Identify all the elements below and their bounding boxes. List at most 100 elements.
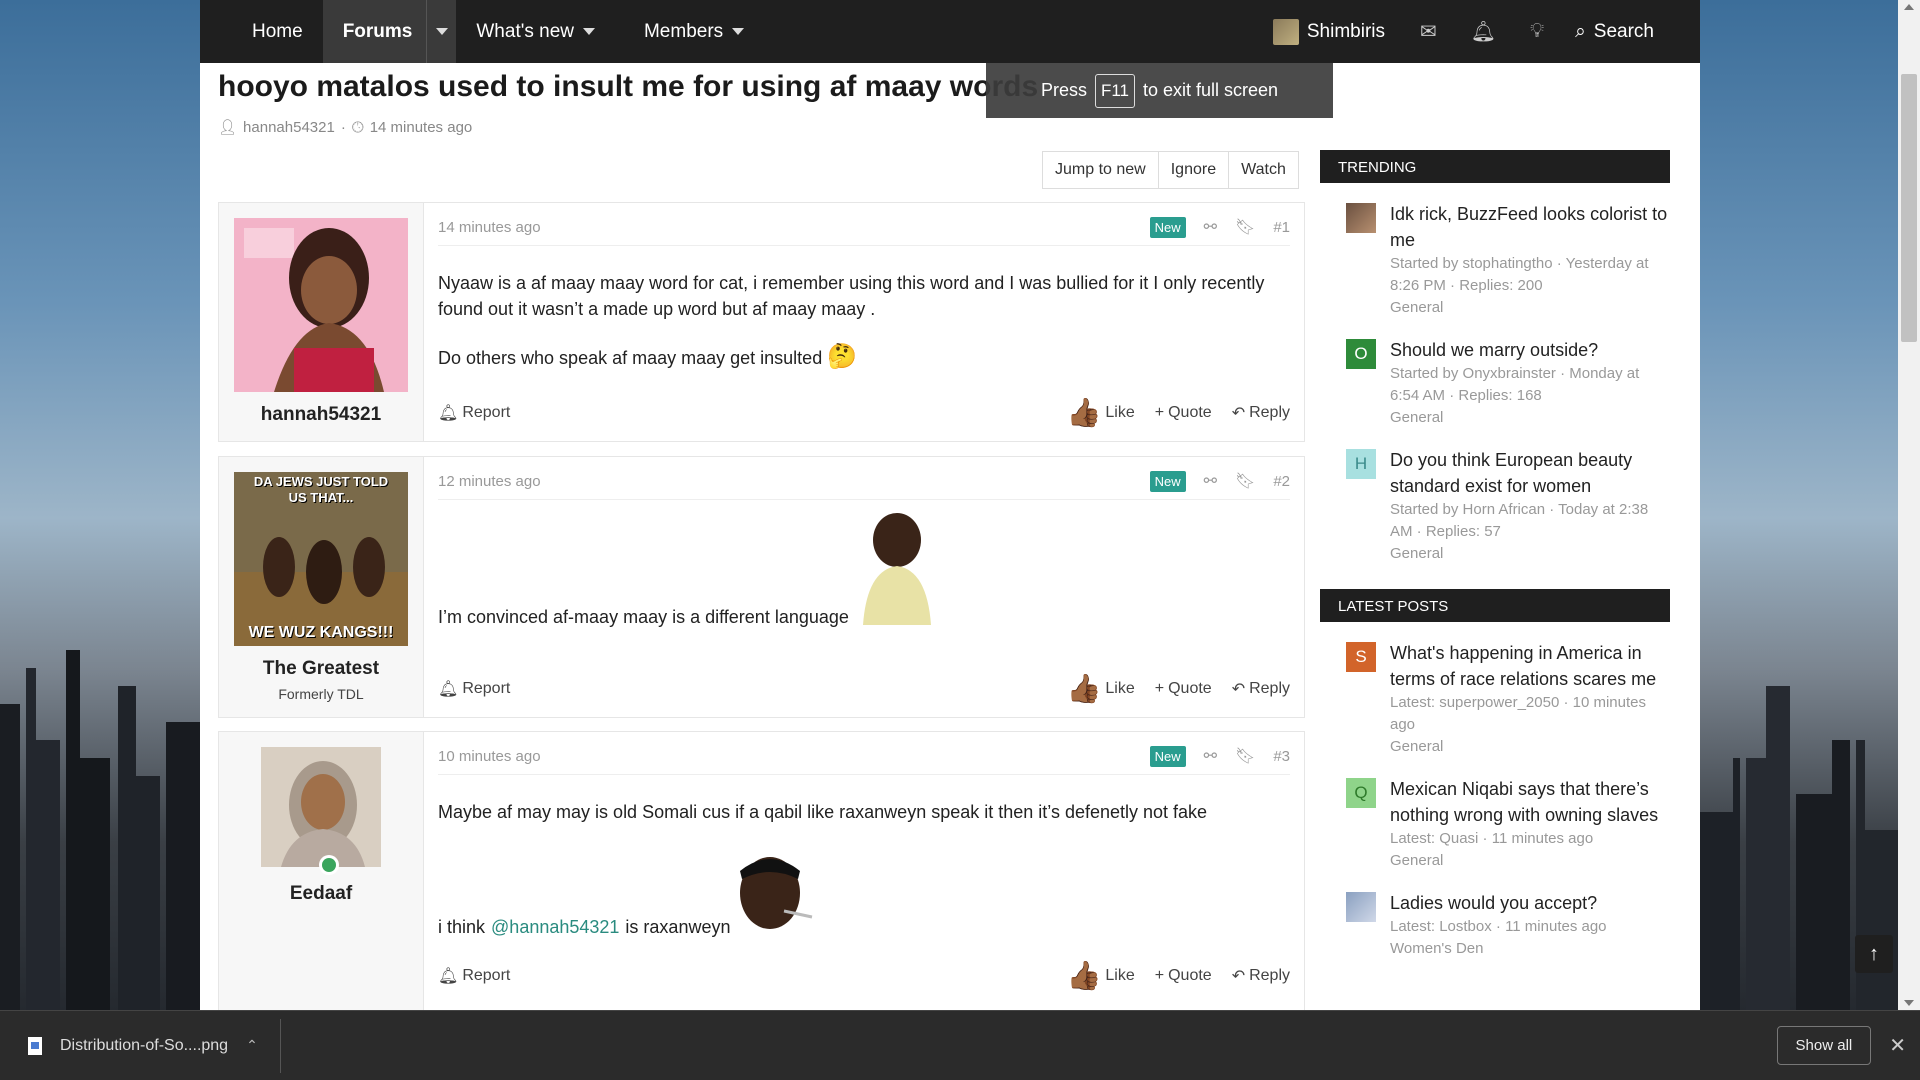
latest-forum[interactable]: General	[1390, 736, 1670, 758]
like-button[interactable]: 👍🏾 Like	[1067, 962, 1135, 990]
avatar[interactable]	[234, 218, 408, 392]
post-number[interactable]: #2	[1273, 473, 1290, 490]
avatar-letter: S	[1355, 647, 1367, 666]
post-number[interactable]: #3	[1273, 748, 1290, 765]
latest-meta: Latest: Lostbox · 11 minutes ago	[1390, 918, 1607, 935]
quote-button[interactable]: + Quote	[1155, 404, 1212, 422]
post-text: i think	[438, 917, 486, 937]
jump-to-new-button[interactable]: Jump to new	[1043, 152, 1158, 188]
scroll-up-icon[interactable]	[1904, 4, 1914, 10]
nav-search[interactable]: ⌕ Search	[1561, 0, 1700, 63]
bell-icon[interactable]: 🔔︎	[1454, 0, 1513, 63]
avatar[interactable]: DA JEWS JUST TOLD US THAT... WE WUZ KANG…	[234, 472, 408, 646]
latest-title[interactable]: Mexican Niqabi says that there’s nothing…	[1390, 776, 1670, 828]
thread-action-group: Jump to new Ignore Watch	[1042, 151, 1299, 189]
thread-meta: 👤︎ hannah54321 · 🕓︎ 14 minutes ago	[218, 118, 473, 137]
trending-forum[interactable]: General	[1390, 543, 1670, 565]
trending-forum[interactable]: General	[1390, 407, 1670, 429]
share-icon[interactable]: ⚯	[1204, 217, 1217, 237]
forums-dropdown-toggle[interactable]	[426, 0, 456, 63]
bookmark-icon[interactable]: 🔖︎	[1235, 217, 1255, 237]
latest-item[interactable]: S What's happening in America in terms o…	[1320, 640, 1670, 758]
thumbs-up-icon: 👍🏾	[1066, 673, 1102, 704]
nav-home[interactable]: Home	[232, 0, 323, 63]
plus-icon: +	[1154, 967, 1165, 984]
online-status-icon	[319, 855, 339, 875]
download-item[interactable]: Distribution-of-So....png ⌃	[0, 1018, 281, 1073]
nav-home-label: Home	[252, 20, 303, 42]
trending-item[interactable]: H Do you think European beauty standard …	[1320, 447, 1670, 565]
download-bar: Distribution-of-So....png ⌃ Show all ✕	[0, 1010, 1920, 1080]
post-text: Maybe af may may is old Somali cus if a …	[438, 802, 1208, 822]
latest-forum[interactable]: General	[1390, 850, 1670, 872]
whats-new-dropdown-toggle[interactable]	[574, 0, 604, 63]
scroll-to-top-button[interactable]: ↑	[1855, 935, 1893, 973]
post-number[interactable]: #1	[1273, 219, 1290, 236]
share-icon[interactable]: ⚯	[1204, 746, 1217, 766]
thread-author[interactable]: hannah54321	[243, 119, 335, 136]
bell-icon: 🔔︎	[438, 968, 459, 985]
reply-button[interactable]: ↶ Reply	[1232, 403, 1290, 423]
post-time[interactable]: 12 minutes ago	[438, 473, 1150, 490]
latest-forum[interactable]: Women's Den	[1390, 938, 1607, 960]
close-icon[interactable]: ✕	[1889, 1033, 1906, 1058]
user-mention-link[interactable]: @hannah54321	[491, 914, 619, 940]
quote-button[interactable]: + Quote	[1155, 680, 1212, 698]
scrollbar-thumb[interactable]	[1901, 74, 1917, 342]
post-username[interactable]: Eedaaf	[290, 883, 352, 905]
latest-item-text: Mexican Niqabi says that there’s nothing…	[1390, 776, 1670, 872]
nav-members[interactable]: Members	[624, 0, 773, 63]
ignore-button[interactable]: Ignore	[1157, 152, 1228, 188]
post-username[interactable]: hannah54321	[261, 404, 381, 426]
nav-forums[interactable]: Forums	[322, 0, 457, 63]
report-button[interactable]: 🔔︎ Report	[438, 403, 1047, 423]
user-title: Formerly TDL	[278, 686, 364, 702]
post-content: 14 minutes ago New ⚯ 🔖︎ #1 Nyaaw is a af…	[424, 203, 1304, 441]
watch-button[interactable]: Watch	[1228, 152, 1298, 188]
nav-whats-new[interactable]: What's new	[456, 0, 624, 63]
trending-title[interactable]: Should we marry outside?	[1390, 337, 1670, 363]
members-dropdown-toggle[interactable]	[723, 0, 753, 63]
post-text-line: Do others who speak af maay maay get ins…	[438, 344, 1290, 371]
report-label: Report	[462, 967, 511, 984]
latest-title[interactable]: What's happening in America in terms of …	[1390, 640, 1670, 692]
bell-icon: 🔔︎	[438, 405, 459, 422]
page-scrollbar[interactable]	[1898, 0, 1920, 1010]
post-text: Do others who speak af maay maay get ins…	[438, 348, 823, 368]
chevron-down-icon	[435, 28, 448, 35]
scroll-down-icon[interactable]	[1904, 1000, 1914, 1006]
chevron-up-icon[interactable]: ⌃	[246, 1037, 258, 1054]
post-time[interactable]: 10 minutes ago	[438, 748, 1150, 765]
nav-account[interactable]: Shimbiris	[1255, 0, 1403, 63]
share-icon[interactable]: ⚯	[1204, 471, 1217, 491]
quote-button[interactable]: + Quote	[1155, 967, 1212, 985]
show-all-button[interactable]: Show all	[1776, 1026, 1872, 1065]
trending-meta: Started by Onyxbrainster · Monday at 6:5…	[1390, 365, 1640, 404]
nav-whats-new-label: What's new	[476, 20, 574, 42]
like-button[interactable]: 👍🏾 Like	[1067, 399, 1135, 427]
trending-item[interactable]: O Should we marry outside? Started by On…	[1320, 337, 1670, 429]
latest-item[interactable]: Q Mexican Niqabi says that there’s nothi…	[1320, 776, 1670, 872]
trending-item[interactable]: Idk rick, BuzzFeed looks colorist to me …	[1320, 201, 1670, 319]
fullscreen-notice: Press F11 to exit full screen	[986, 63, 1333, 118]
trending-title[interactable]: Do you think European beauty standard ex…	[1390, 447, 1670, 499]
avatar[interactable]	[261, 747, 381, 875]
image-file-icon	[28, 1036, 42, 1055]
post-time[interactable]: 14 minutes ago	[438, 219, 1150, 236]
lightbulb-icon[interactable]: 💡︎	[1513, 0, 1561, 63]
latest-item[interactable]: Ladies would you accept? Latest: Lostbox…	[1320, 890, 1670, 960]
trending-forum[interactable]: General	[1390, 297, 1670, 319]
like-label: Like	[1105, 680, 1135, 697]
like-button[interactable]: 👍🏾 Like	[1067, 675, 1135, 703]
reply-button[interactable]: ↶ Reply	[1232, 966, 1290, 986]
bookmark-icon[interactable]: 🔖︎	[1235, 746, 1255, 766]
latest-title[interactable]: Ladies would you accept?	[1390, 890, 1607, 916]
inbox-icon[interactable]: ✉	[1403, 0, 1454, 63]
report-button[interactable]: 🔔︎ Report	[438, 679, 1047, 699]
thread-time[interactable]: 14 minutes ago	[370, 119, 473, 136]
trending-title[interactable]: Idk rick, BuzzFeed looks colorist to me	[1390, 201, 1670, 253]
reply-button[interactable]: ↶ Reply	[1232, 679, 1290, 699]
report-button[interactable]: 🔔︎ Report	[438, 966, 1047, 986]
bookmark-icon[interactable]: 🔖︎	[1235, 471, 1255, 491]
post-username[interactable]: The Greatest	[263, 658, 379, 680]
